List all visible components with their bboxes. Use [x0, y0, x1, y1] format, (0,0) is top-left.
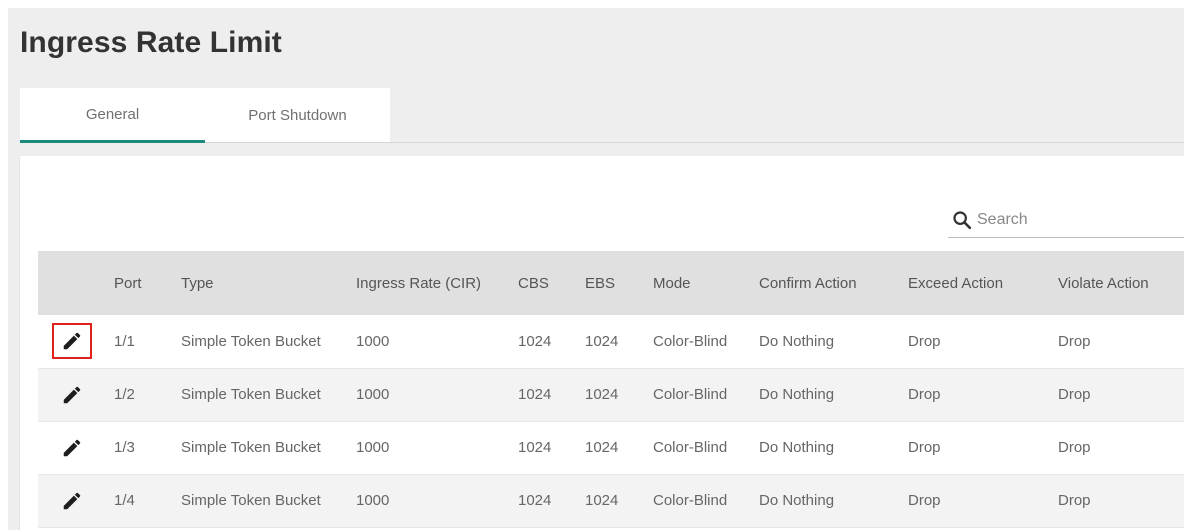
cell-violate-action: Drop	[1058, 439, 1091, 456]
cell-cbs: 1024	[518, 386, 552, 403]
tab-port-shutdown[interactable]: Port Shutdown	[205, 88, 390, 143]
page-frame: Ingress Rate Limit General Port Shutdown…	[8, 8, 1184, 530]
cell-port: 1/2	[114, 386, 135, 403]
cell-ingress-rate: 1000	[356, 332, 390, 350]
cell-confirm-action: Do Nothing	[759, 492, 835, 509]
pencil-icon	[63, 386, 81, 403]
cell-mode: Color-Blind	[653, 492, 728, 509]
col-header-cbs[interactable]: CBS	[518, 251, 585, 315]
cell-type: Simple Token Bucket	[181, 439, 321, 456]
edit-button[interactable]	[52, 430, 92, 466]
cell-ingress-rate: 1000	[356, 386, 390, 403]
cell-type: Simple Token Bucket	[181, 332, 321, 350]
cell-cbs: 1024	[518, 332, 552, 350]
col-header-type[interactable]: Type	[181, 251, 356, 315]
col-header-confirm-action[interactable]: Confirm Action	[759, 251, 908, 315]
cell-ingress-rate: 1000	[356, 439, 390, 456]
content-card: Port Type Ingress Rate (CIR) CBS EBS Mod…	[20, 156, 1184, 530]
table-row: 1/1 Simple Token Bucket 1000 1024 1024 C…	[38, 315, 1184, 368]
page-title: Ingress Rate Limit	[20, 26, 282, 59]
tab-general[interactable]: General	[20, 88, 205, 143]
cell-ingress-rate: 1000	[356, 492, 390, 509]
col-header-ebs[interactable]: EBS	[585, 251, 653, 315]
col-header-ingress-rate[interactable]: Ingress Rate (CIR)	[356, 251, 518, 315]
col-header-edit	[38, 251, 114, 315]
cell-port: 1/3	[114, 439, 135, 456]
cell-mode: Color-Blind	[653, 386, 728, 403]
pencil-icon	[63, 332, 81, 350]
col-header-mode[interactable]: Mode	[653, 251, 759, 315]
tab-general-label: General	[85, 105, 140, 123]
cell-mode: Color-Blind	[653, 439, 728, 456]
cell-exceed-action: Drop	[908, 386, 941, 403]
table-row: 1/4 Simple Token Bucket 1000 1024 1024 C…	[38, 474, 1184, 527]
cell-port: 1/4	[114, 492, 135, 509]
cell-type: Simple Token Bucket	[181, 386, 321, 403]
table-row: 1/3 Simple Token Bucket 1000 1024 1024 C…	[38, 421, 1184, 474]
tab-bar: General Port Shutdown	[20, 88, 390, 143]
cell-violate-action: Drop	[1058, 386, 1091, 403]
edit-button[interactable]	[52, 323, 92, 360]
cell-exceed-action: Drop	[908, 332, 941, 350]
tab-port-shutdown-label: Port Shutdown	[248, 107, 347, 124]
cell-ebs: 1024	[585, 439, 619, 456]
cell-confirm-action: Do Nothing	[759, 439, 835, 456]
table-row: 1/2 Simple Token Bucket 1000 1024 1024 C…	[38, 368, 1184, 421]
tabs-divider	[205, 142, 1184, 143]
col-header-exceed-action[interactable]: Exceed Action	[908, 251, 1058, 315]
search-box	[948, 202, 1184, 238]
cell-ebs: 1024	[585, 492, 619, 509]
cell-confirm-action: Do Nothing	[759, 386, 835, 403]
pencil-icon	[63, 439, 81, 456]
edit-button[interactable]	[52, 483, 92, 519]
cell-type: Simple Token Bucket	[181, 492, 321, 509]
pencil-icon	[63, 492, 81, 509]
rate-limit-table: Port Type Ingress Rate (CIR) CBS EBS Mod…	[38, 251, 1184, 528]
cell-exceed-action: Drop	[908, 439, 941, 456]
cell-port: 1/1	[114, 332, 135, 350]
cell-ebs: 1024	[585, 332, 619, 350]
cell-violate-action: Drop	[1058, 492, 1091, 509]
edit-button[interactable]	[52, 377, 92, 413]
col-header-violate-action[interactable]: Violate Action	[1058, 251, 1184, 315]
col-header-port[interactable]: Port	[114, 251, 181, 315]
cell-violate-action: Drop	[1058, 332, 1091, 350]
cell-mode: Color-Blind	[653, 332, 728, 350]
cell-cbs: 1024	[518, 439, 552, 456]
search-icon	[953, 210, 972, 229]
cell-ebs: 1024	[585, 386, 619, 403]
cell-cbs: 1024	[518, 492, 552, 509]
cell-exceed-action: Drop	[908, 492, 941, 509]
table-header-row: Port Type Ingress Rate (CIR) CBS EBS Mod…	[38, 251, 1184, 315]
search-input[interactable]	[977, 210, 1177, 229]
cell-confirm-action: Do Nothing	[759, 332, 835, 350]
